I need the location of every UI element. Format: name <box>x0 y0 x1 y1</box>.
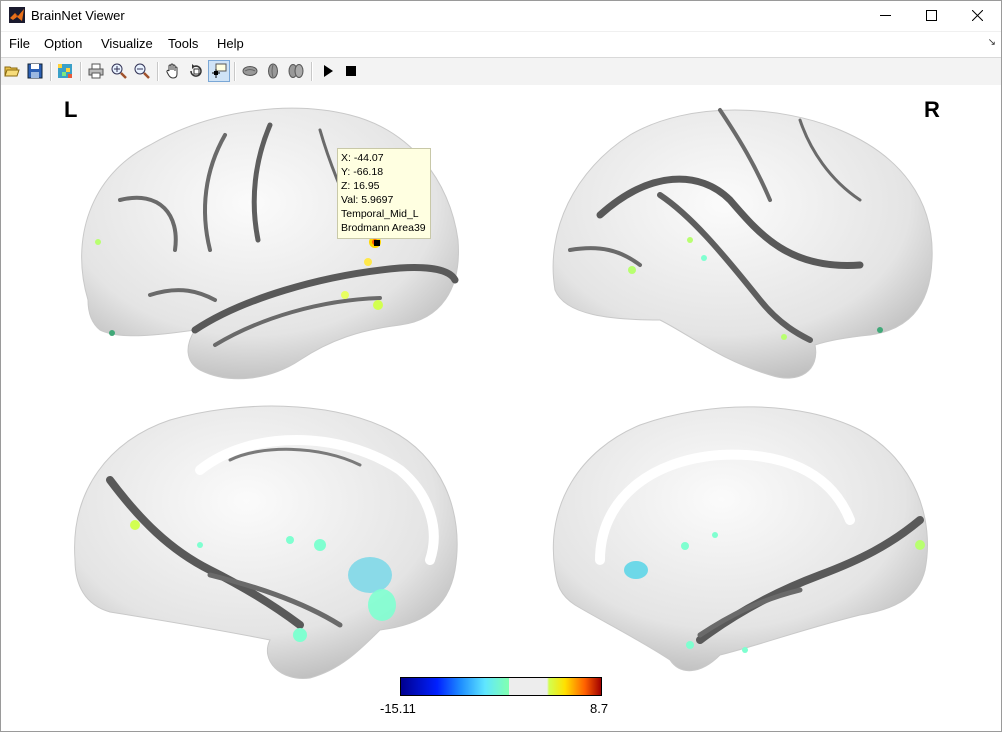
pan-button[interactable] <box>163 61 183 81</box>
zoom-in-icon <box>111 63 127 79</box>
play-button[interactable] <box>318 61 338 81</box>
datatip-brodmann: Brodmann Area39 <box>341 222 426 234</box>
data-cursor-button[interactable] <box>208 60 230 82</box>
maximize-icon <box>926 10 937 21</box>
print-icon <box>88 63 104 79</box>
datatip-region: Temporal_Mid_L <box>341 208 419 220</box>
colorbar <box>400 677 602 696</box>
menu-option[interactable]: Option <box>44 36 82 51</box>
toolbar-separator <box>80 62 82 81</box>
print-button[interactable] <box>86 61 106 81</box>
minimize-icon <box>880 15 891 16</box>
close-button[interactable] <box>955 0 1001 31</box>
menu-tools[interactable]: Tools <box>168 36 198 51</box>
brain-canvas[interactable] <box>0 85 1002 732</box>
datatip[interactable]: X: -44.07 Y: -66.18 Z: 16.95 Val: 5.9697… <box>337 148 431 239</box>
medial-view-icon <box>268 63 278 79</box>
open-icon <box>4 66 20 77</box>
menu-help[interactable]: Help <box>217 36 244 51</box>
stop-button[interactable] <box>341 61 361 81</box>
zoom-in-button[interactable] <box>109 61 129 81</box>
full-view-button[interactable] <box>286 61 306 81</box>
zoom-out-button[interactable] <box>132 61 152 81</box>
close-icon <box>972 10 983 21</box>
colormap-icon <box>58 64 72 78</box>
data-cursor-icon <box>212 63 227 78</box>
title-bar: BrainNet Viewer <box>0 0 1002 32</box>
full-view-icon <box>288 64 304 78</box>
toolbar <box>0 57 1002 86</box>
lateral-view-button[interactable] <box>240 61 260 81</box>
toolbar-separator <box>234 62 236 81</box>
dock-icon[interactable]: ↘ <box>988 37 996 48</box>
datatip-z: Z: 16.95 <box>341 180 380 192</box>
pan-icon <box>166 63 178 79</box>
colorbar-max-label: 8.7 <box>590 701 609 716</box>
maximize-button[interactable] <box>909 0 955 31</box>
open-button[interactable] <box>2 61 22 81</box>
menu-file[interactable]: File <box>9 36 30 51</box>
left-hemisphere-label: L <box>64 97 78 122</box>
datatip-value: Val: 5.9697 <box>341 194 394 206</box>
lateral-view-icon <box>242 66 258 76</box>
datatip-x: X: -44.07 <box>341 152 384 164</box>
rotate-icon <box>190 64 202 77</box>
menu-bar: File Option Visualize Tools Help ↘ <box>0 32 1002 56</box>
window-title: BrainNet Viewer <box>31 8 125 23</box>
play-icon <box>324 65 333 77</box>
save-button[interactable] <box>25 61 45 81</box>
zoom-out-icon <box>134 63 150 79</box>
minimize-button[interactable] <box>863 0 909 31</box>
colormap-button[interactable] <box>55 61 75 81</box>
medial-view-button[interactable] <box>263 61 283 81</box>
colorbar-min-label: -15.11 <box>380 701 416 716</box>
right-hemisphere-label: R <box>924 97 940 122</box>
menu-visualize[interactable]: Visualize <box>101 36 153 51</box>
matlab-app-icon <box>9 7 25 23</box>
rotate-button[interactable] <box>186 61 206 81</box>
toolbar-separator <box>157 62 159 81</box>
toolbar-separator <box>50 62 52 81</box>
stop-icon <box>346 66 356 76</box>
toolbar-separator <box>311 62 313 81</box>
save-icon <box>27 63 43 79</box>
datatip-y: Y: -66.18 <box>341 166 384 178</box>
